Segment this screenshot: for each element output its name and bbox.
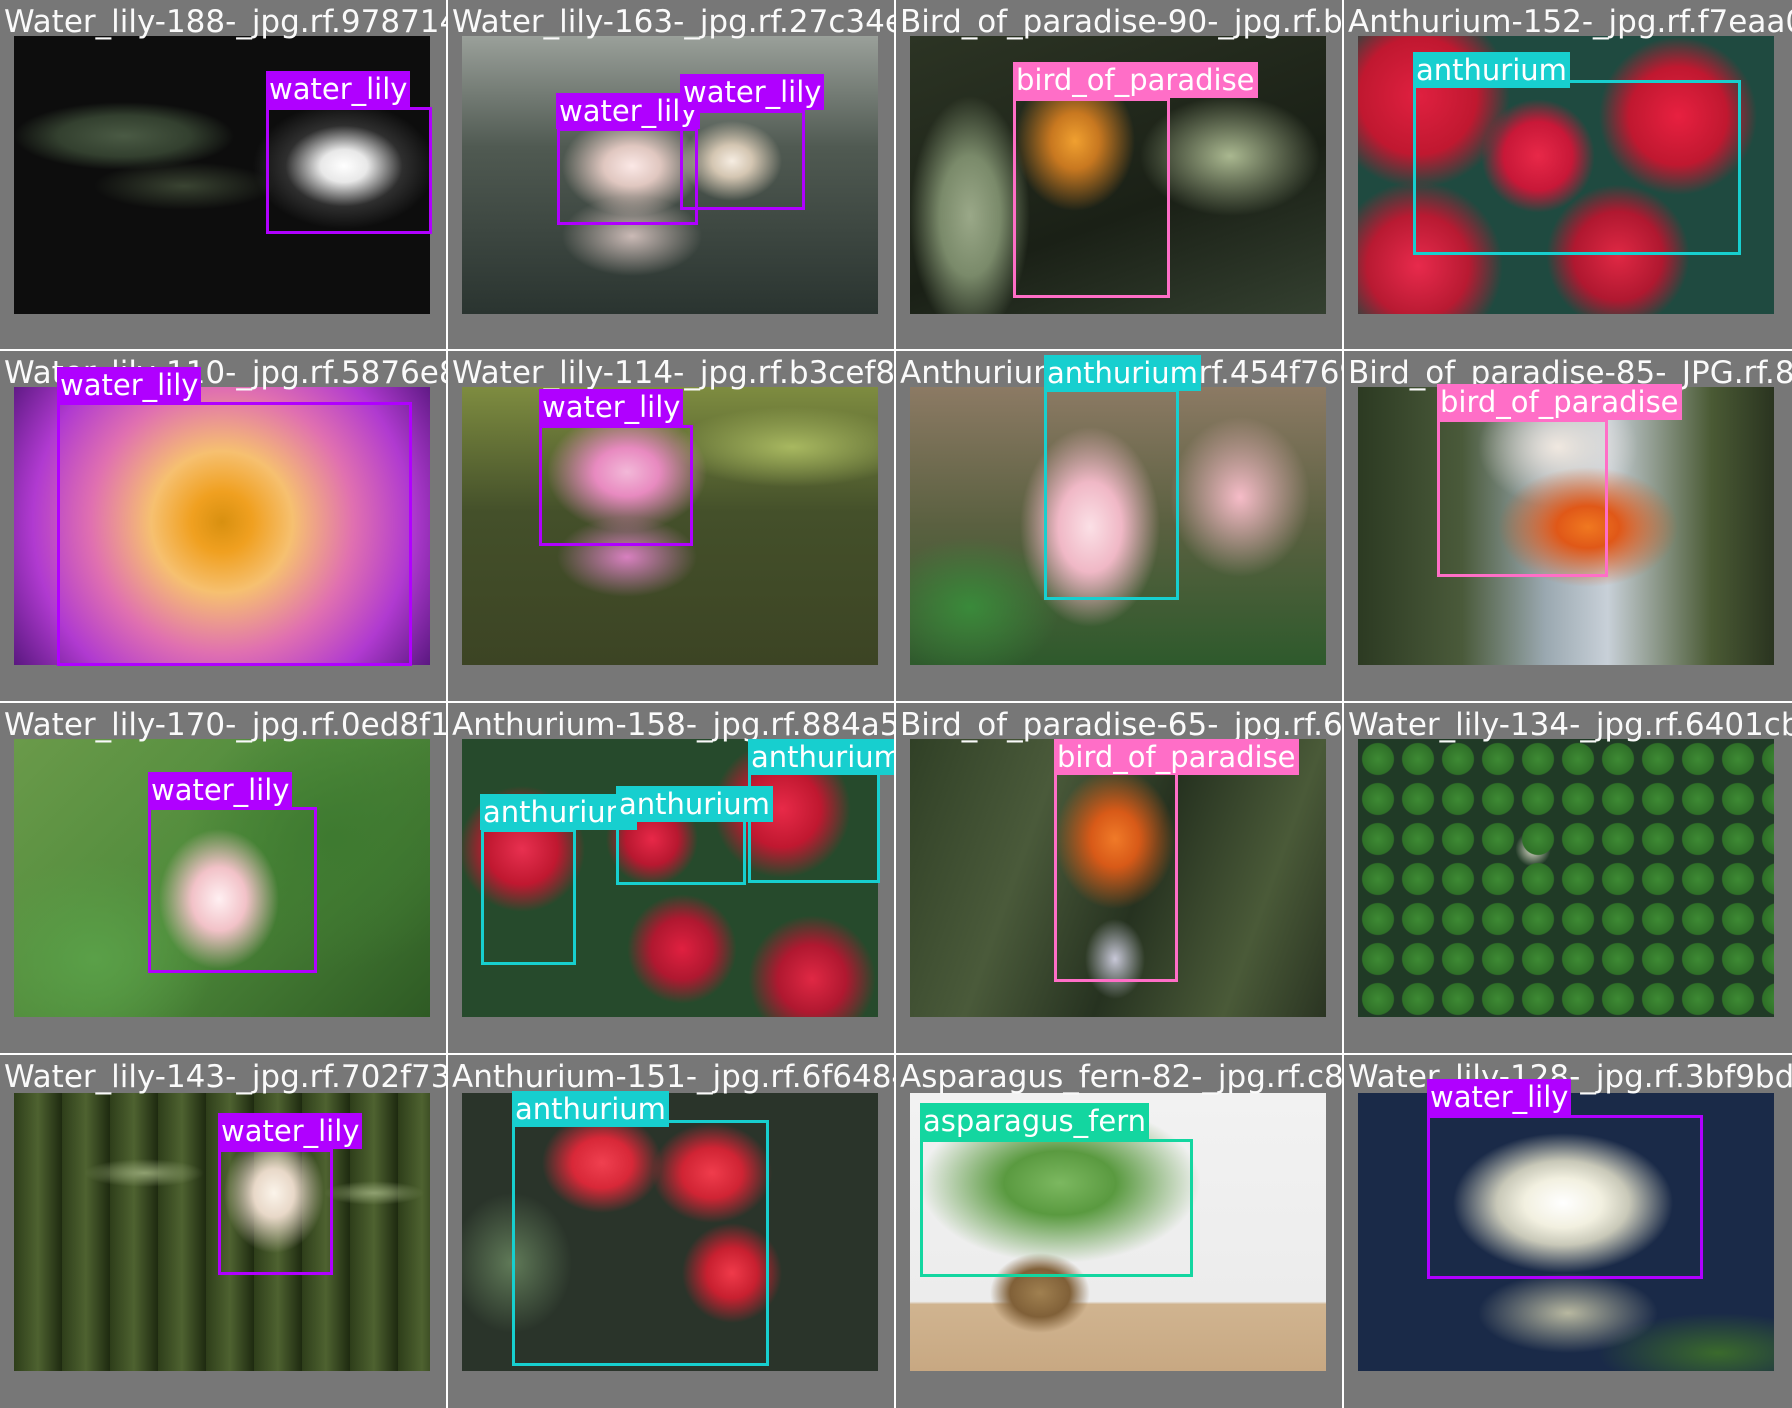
tile: Anthurium-71-_jpg.rf.454f769a anthurium: [896, 351, 1342, 701]
tile: Water_lily-110-_jpg.rf.5876e8e5 water_li…: [0, 351, 446, 701]
tile: Water_lily-114-_jpg.rf.b3cef87a water_li…: [448, 351, 894, 701]
bbox-label: anthurium: [1044, 355, 1201, 391]
bbox-label: anthurium: [480, 794, 637, 830]
bbox-bird-of-paradise: [1054, 771, 1178, 982]
tile-filename: Water_lily-170-_jpg.rf.0ed8f1f5: [4, 707, 446, 743]
bbox-water-lily: [539, 425, 693, 546]
bbox-label: anthurium: [1413, 52, 1570, 88]
bbox-label: water_lily: [556, 93, 701, 129]
tile-filename: Anthurium-152-_jpg.rf.f7eaa0b: [1348, 4, 1792, 40]
bbox-water-lily: [57, 402, 412, 666]
bbox-anthurium: [481, 829, 576, 965]
bbox-label: anthurium: [616, 786, 773, 822]
tile: Asparagus_fern-82-_jpg.rf.c889 asparagus…: [896, 1055, 1342, 1408]
tile: Water_lily-188-_jpg.rf.978714ba water_li…: [0, 0, 446, 349]
bbox-bird-of-paradise: [1437, 419, 1608, 577]
bbox-label: water_lily: [1427, 1079, 1572, 1115]
tile: Bird_of_paradise-85-_JPG.rf.8 bird_of_pa…: [1344, 351, 1792, 701]
bbox-label: bird_of_paradise: [1013, 62, 1258, 98]
bbox-bird-of-paradise: [1013, 98, 1170, 298]
tile-filename: Bird_of_paradise-90-_jpg.rf.b51: [900, 4, 1342, 40]
bbox-anthurium: [1413, 80, 1741, 255]
bbox-label: water_lily: [218, 1113, 363, 1149]
tile-filename: Water_lily-134-_jpg.rf.6401cb6: [1348, 707, 1792, 743]
bbox-water-lily: [148, 807, 317, 973]
tile-filename: Water_lily-188-_jpg.rf.978714ba: [4, 4, 446, 40]
bbox-water-lily: [218, 1149, 333, 1275]
tile: Water_lily-170-_jpg.rf.0ed8f1f5 water_li…: [0, 703, 446, 1053]
bbox-water-lily: [1427, 1115, 1703, 1279]
bbox-label: bird_of_paradise: [1054, 739, 1299, 775]
tile-filename: Water_lily-163-_jpg.rf.27c34e658: [452, 4, 894, 40]
bbox-label: asparagus_fern: [920, 1103, 1149, 1139]
bbox-asparagus-fern: [920, 1139, 1193, 1277]
bbox-label: water_lily: [57, 367, 202, 403]
tile: Water_lily-143-_jpg.rf.702f73af water_li…: [0, 1055, 446, 1408]
bbox-label: water_lily: [680, 74, 825, 110]
tile: Anthurium-158-_jpg.rf.884a549 anthurium …: [448, 703, 894, 1053]
tile: Water_lily-128-_jpg.rf.3bf9bd513 water_l…: [1344, 1055, 1792, 1408]
tile: Water_lily-134-_jpg.rf.6401cb6: [1344, 703, 1792, 1053]
bbox-anthurium: [1044, 389, 1179, 600]
bbox-label: water_lily: [539, 389, 684, 425]
tile: Water_lily-163-_jpg.rf.27c34e658 water_l…: [448, 0, 894, 349]
tile-filename: Asparagus_fern-82-_jpg.rf.c889: [900, 1059, 1342, 1095]
bbox-water-lily: [266, 107, 432, 234]
tile: Bird_of_paradise-90-_jpg.rf.b51 bird_of_…: [896, 0, 1342, 349]
bbox-label: anthurium: [748, 739, 894, 775]
bbox-label: water_lily: [266, 71, 411, 107]
bbox-anthurium: [512, 1120, 769, 1366]
tile: Bird_of_paradise-65-_jpg.rf.6a9 bird_of_…: [896, 703, 1342, 1053]
bbox-label: water_lily: [148, 772, 293, 808]
bbox-water-lily: [557, 128, 698, 225]
tile: Anthurium-152-_jpg.rf.f7eaa0b anthurium: [1344, 0, 1792, 349]
bbox-label: anthurium: [512, 1091, 669, 1127]
tile-photo: [1358, 739, 1774, 1017]
detection-grid: Water_lily-188-_jpg.rf.978714ba water_li…: [0, 0, 1792, 1408]
bbox-label: bird_of_paradise: [1437, 384, 1682, 420]
tile: Anthurium-151-_jpg.rf.6f64840 anthurium: [448, 1055, 894, 1408]
tile-filename: Water_lily-143-_jpg.rf.702f73af: [4, 1059, 446, 1095]
